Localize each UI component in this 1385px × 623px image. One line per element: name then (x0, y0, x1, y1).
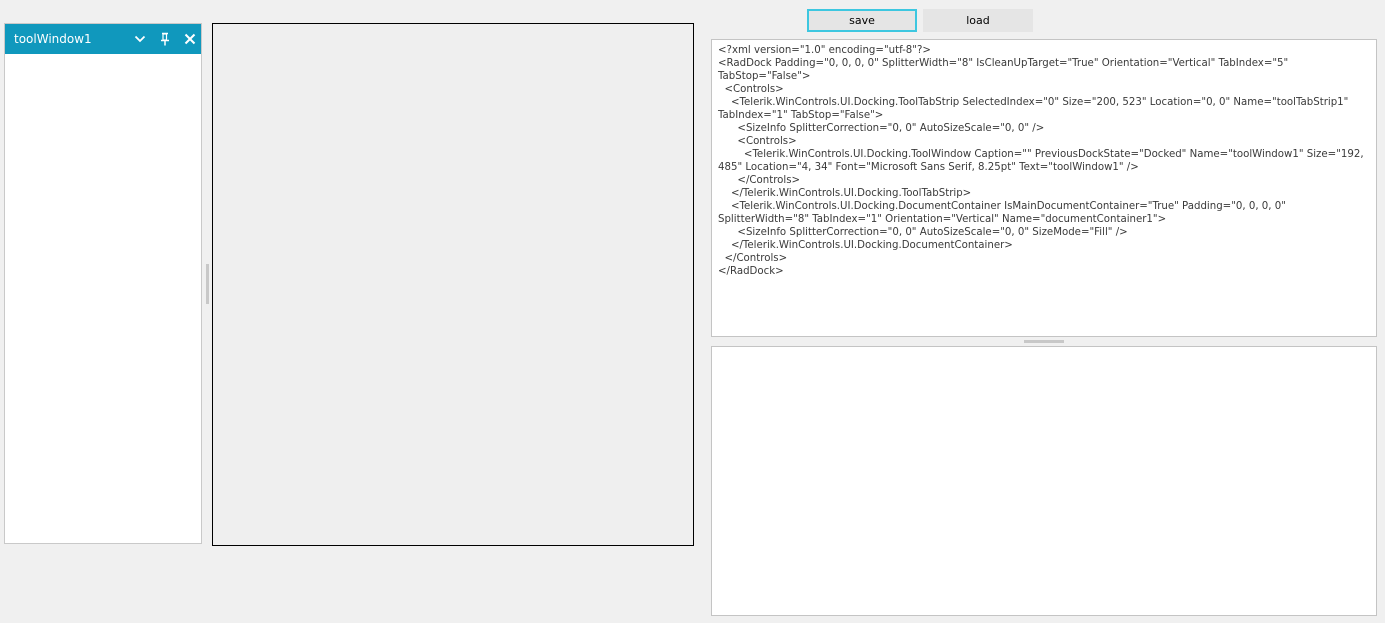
xml-line: 485" Location="4, 34" Font="Microsoft Sa… (718, 162, 1139, 173)
xml-line: <SizeInfo SplitterCorrection="0, 0" Auto… (718, 123, 1045, 134)
xml-line: <Telerik.WinControls.UI.Docking.Document… (718, 201, 1286, 212)
xml-output-textbox[interactable]: <?xml version="1.0" encoding="utf-8"?> <… (711, 39, 1377, 337)
chevron-down-icon[interactable] (132, 31, 148, 47)
xml-line: TabIndex="1" TabStop="False"> (718, 110, 884, 121)
horizontal-splitter-grip[interactable] (1024, 340, 1064, 343)
lower-output-panel[interactable] (711, 346, 1377, 616)
xml-line: </Telerik.WinControls.UI.Docking.ToolTab… (718, 188, 972, 199)
tool-window: toolWindow1 (4, 23, 202, 544)
xml-line: <Telerik.WinControls.UI.Docking.ToolTabS… (718, 97, 1349, 108)
xml-line: <RadDock Padding="0, 0, 0, 0" SplitterWi… (718, 58, 1289, 69)
xml-output-text: <?xml version="1.0" encoding="utf-8"?> <… (712, 40, 1376, 278)
xml-line: <Controls> (718, 84, 784, 95)
xml-line: <SizeInfo SplitterCorrection="0, 0" Auto… (718, 227, 1128, 238)
tool-window-title-bar[interactable]: toolWindow1 (5, 24, 201, 54)
xml-line: <Telerik.WinControls.UI.Docking.ToolWind… (718, 149, 1364, 160)
xml-line: </Controls> (718, 175, 801, 186)
xml-line: <?xml version="1.0" encoding="utf-8"?> (718, 45, 931, 56)
close-icon[interactable] (182, 31, 198, 47)
save-button[interactable]: save (807, 9, 917, 32)
document-container (212, 23, 694, 546)
xml-line: SplitterWidth="8" TabIndex="1" Orientati… (718, 214, 1167, 225)
pin-icon[interactable] (157, 31, 173, 47)
xml-line: TabStop="False"> (718, 71, 811, 82)
tool-window-caption: toolWindow1 (14, 32, 92, 46)
xml-line: </RadDock> (718, 266, 784, 277)
xml-line: </Controls> (718, 253, 788, 264)
xml-line: <Controls> (718, 136, 797, 147)
xml-line: </Telerik.WinControls.UI.Docking.Documen… (718, 240, 1013, 251)
load-button[interactable]: load (923, 9, 1033, 32)
vertical-splitter-grip[interactable] (206, 264, 209, 304)
